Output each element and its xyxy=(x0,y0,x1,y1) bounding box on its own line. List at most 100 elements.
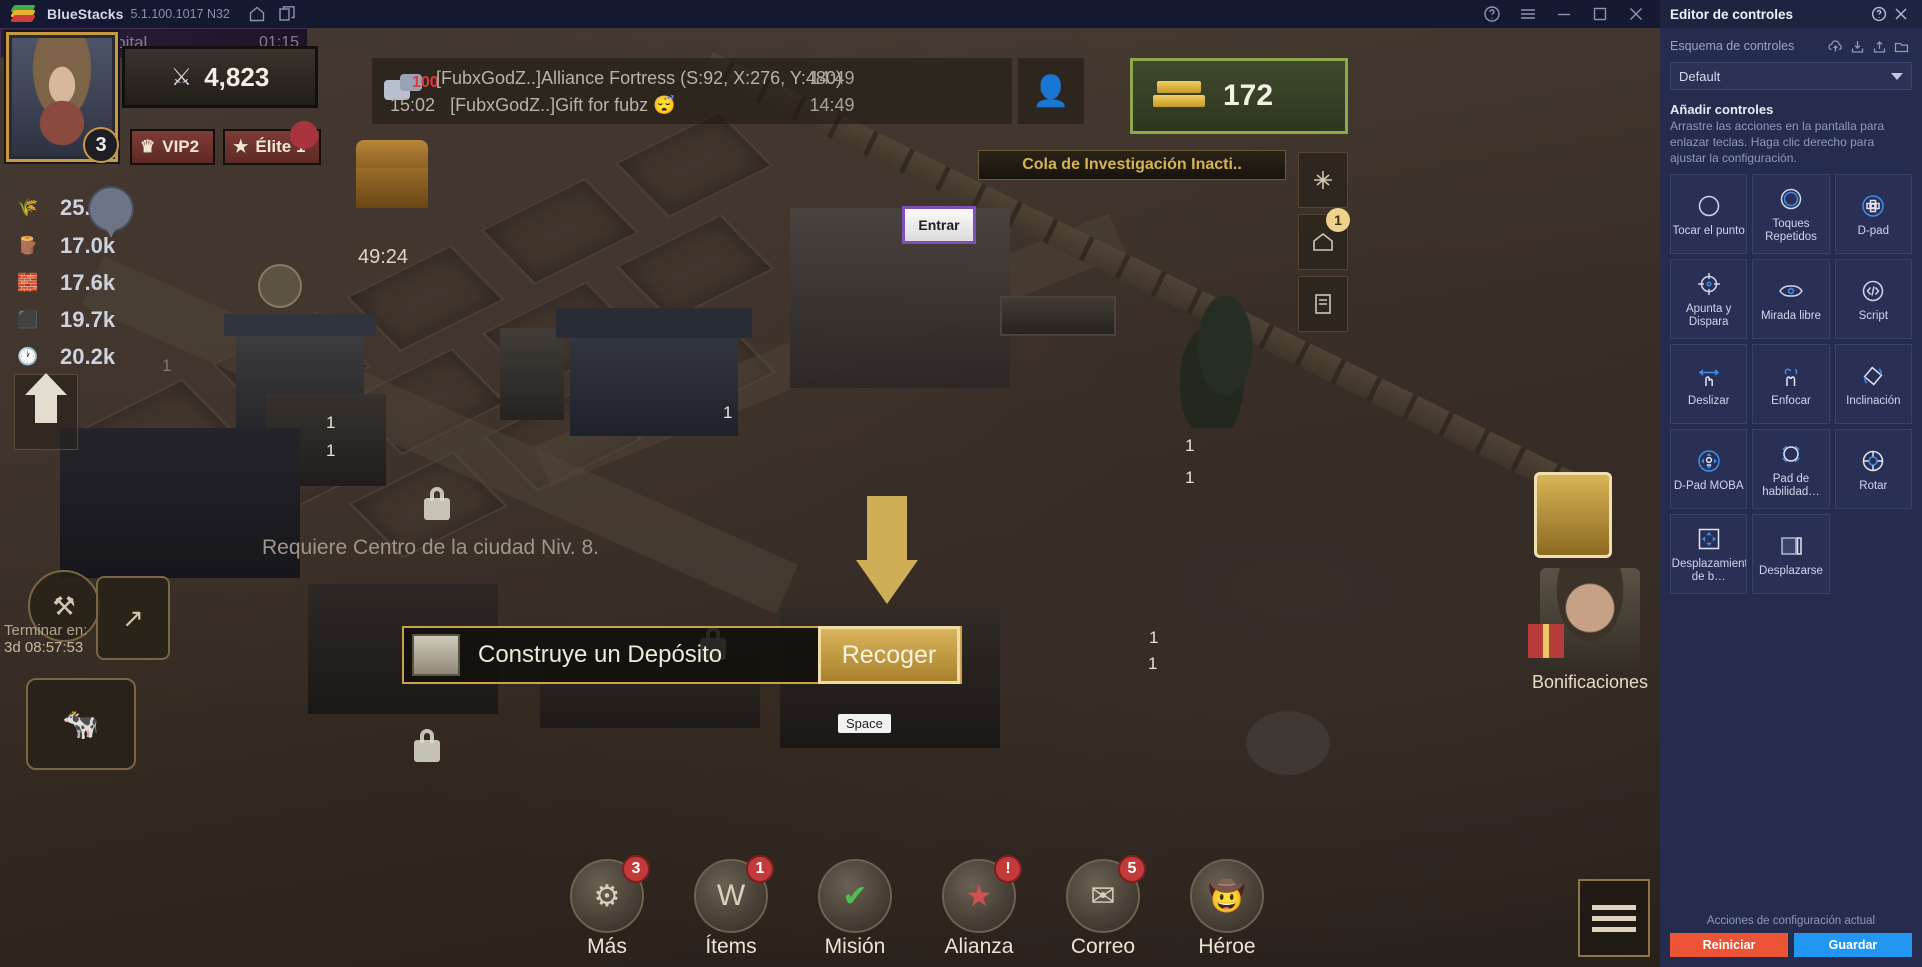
bluestacks-window: BlueStacks 5.1.100.1017 N32 49:24 1 1 1 … xyxy=(0,0,1922,967)
chat-time-2: 14:49 xyxy=(809,95,855,115)
player-power[interactable]: ⚔ 4,823 xyxy=(122,46,318,108)
control-dpad[interactable]: D-pad xyxy=(1834,174,1912,255)
resource-value: 20.2k xyxy=(60,344,116,369)
chat-time-1: 14:49 xyxy=(809,68,855,88)
gold-ingot-icon xyxy=(1153,81,1207,111)
nav-item-correo[interactable]: ✉ Correo 5 xyxy=(1044,855,1162,959)
research-queue-banner[interactable]: Cola de Investigación Inacti.. xyxy=(978,150,1286,180)
world-map-button[interactable] xyxy=(1298,152,1348,208)
bottom-navigation: ⚙ Más 3 W Ítems 1 ✔ Misión ★ Alianza ! ✉… xyxy=(548,849,1286,959)
cloud-sync-icon[interactable] xyxy=(1824,36,1846,56)
add-controls-title: Añadir controles xyxy=(1670,102,1774,117)
building-barn-roof xyxy=(556,308,752,338)
control-aim-and-shoot[interactable]: Apunta y Dispara xyxy=(1670,259,1748,340)
nav-label: Héroe xyxy=(1198,935,1256,958)
save-button[interactable]: Guardar xyxy=(1794,933,1912,957)
nav-badge: ! xyxy=(994,855,1022,883)
control-pan[interactable]: Desplazamiento de b… xyxy=(1670,514,1748,595)
game-viewport[interactable]: 49:24 1 1 1 1 1 1 1 3 ⚔ 4,823 ♛ VIP2 ★ É… xyxy=(0,28,1660,967)
help-circle-icon[interactable] xyxy=(1868,3,1890,25)
control-label: Script xyxy=(1858,309,1889,322)
multi-instance-icon[interactable] xyxy=(272,0,302,28)
building-barn[interactable] xyxy=(570,324,738,436)
nav-item-mas[interactable]: ⚙ Más 3 xyxy=(548,855,666,959)
swipe-icon xyxy=(1695,361,1723,391)
control-free-look[interactable]: Mirada libre xyxy=(1752,259,1830,340)
power-value: 4,823 xyxy=(204,61,270,92)
hamburger-menu-icon[interactable] xyxy=(1510,0,1546,28)
footer-label: Acciones de configuración actual xyxy=(1706,915,1876,927)
control-script[interactable]: Script xyxy=(1834,259,1912,340)
control-scrollbar[interactable]: Desplazarse xyxy=(1752,514,1830,595)
share-marker-icon[interactable]: ↗ xyxy=(96,576,170,660)
stone-icon: 🧱 xyxy=(17,273,39,292)
control-label: Desplazamiento de b… xyxy=(1671,558,1746,584)
controls-editor-panel: Editor de controles Esquema de controles xyxy=(1660,0,1922,967)
pan-icon xyxy=(1695,524,1723,554)
home-icon[interactable] xyxy=(242,0,272,28)
reward-chest[interactable] xyxy=(352,140,432,216)
player-avatar[interactable]: 3 xyxy=(6,32,119,163)
control-rotate[interactable]: Rotar xyxy=(1834,429,1912,510)
building-windmill-base[interactable] xyxy=(500,328,564,420)
inventory-button[interactable] xyxy=(1298,276,1348,332)
nav-label: Correo xyxy=(1070,935,1136,958)
nav-item-heroe[interactable]: 🤠 Héroe xyxy=(1168,859,1286,959)
lock-icon xyxy=(414,729,440,762)
chat-message-2: 15:02 [FubxGodZ..]Gift for fubz 😴 xyxy=(390,95,676,116)
chat-panel[interactable]: 100 [FubxGodZ..]Alliance Fortress (S:92,… xyxy=(372,58,1012,124)
alliance-members-icon[interactable]: 👤 xyxy=(1018,58,1084,124)
nav-item-items[interactable]: W Ítems 1 xyxy=(672,855,790,959)
enter-button[interactable]: Entrar xyxy=(902,206,976,244)
maximize-icon[interactable] xyxy=(1582,0,1618,28)
import-icon[interactable] xyxy=(1846,36,1868,56)
nav-badge: 5 xyxy=(1118,855,1146,883)
minimize-icon[interactable] xyxy=(1546,0,1582,28)
export-icon[interactable] xyxy=(1868,36,1890,56)
gold-counter[interactable]: 172 xyxy=(1130,58,1348,134)
hat-map-marker-icon[interactable] xyxy=(88,186,134,238)
resource-value: 19.7k xyxy=(60,307,116,332)
building-town-hall[interactable] xyxy=(790,208,1010,388)
nav-label: Alianza xyxy=(944,935,1014,958)
control-skill-pad[interactable]: Pad de habilidad… xyxy=(1752,429,1830,510)
cow-icon[interactable]: 🐄 xyxy=(26,678,136,770)
close-icon[interactable] xyxy=(1890,3,1912,25)
card-marker[interactable] xyxy=(258,264,302,318)
nav-item-mision[interactable]: ✔ Misión xyxy=(796,859,914,959)
control-dpad-moba[interactable]: D-Pad MOBA xyxy=(1670,429,1748,510)
control-repeated-tap[interactable]: Toques Repetidos xyxy=(1752,174,1830,255)
plot-number: 1 xyxy=(1148,654,1158,673)
gift-box-icon[interactable] xyxy=(1528,624,1564,658)
tutorial-arrow-icon xyxy=(856,496,918,604)
list-icon[interactable] xyxy=(1578,879,1650,957)
rock-cluster xyxy=(1240,688,1360,798)
help-icon[interactable] xyxy=(1474,0,1510,28)
reset-button[interactable]: Reiniciar xyxy=(1670,933,1788,957)
nav-label: Misión xyxy=(824,935,886,958)
nav-item-alianza[interactable]: ★ Alianza ! xyxy=(920,855,1038,959)
research-queue-label: Cola de Investigación Inacti.. xyxy=(1022,156,1242,173)
control-label: Pad de habilidad… xyxy=(1762,473,1820,499)
control-label: Desplazarse xyxy=(1759,564,1823,577)
plot-number: 1 xyxy=(723,403,733,422)
control-swipe[interactable]: Deslizar xyxy=(1670,344,1748,425)
move-up-marker[interactable] xyxy=(14,373,78,450)
folder-icon[interactable] xyxy=(1890,36,1912,56)
collect-button[interactable]: Recoger xyxy=(818,626,960,684)
control-focus[interactable]: Enfocar xyxy=(1752,344,1830,425)
panel-footer: Acciones de configuración actual Reinici… xyxy=(1660,909,1922,967)
nav-badge: 1 xyxy=(746,855,774,883)
control-tap-spot[interactable]: Tocar el punto xyxy=(1670,174,1748,255)
plot-number: 1 xyxy=(326,413,336,432)
vip-badge[interactable]: ♛ VIP2 xyxy=(130,129,216,165)
bonificaciones-label: Bonificaciones xyxy=(1531,672,1649,692)
control-tilt[interactable]: Inclinación xyxy=(1834,344,1912,425)
scheme-select[interactable]: Default xyxy=(1670,62,1912,90)
control-label: Enfocar xyxy=(1771,394,1811,407)
nav-label: Más xyxy=(587,935,627,958)
close-icon[interactable] xyxy=(1618,0,1654,28)
building-shooting-club[interactable] xyxy=(1000,296,1116,336)
achievement-medal-icon[interactable] xyxy=(1534,472,1612,558)
quest-thumbnail xyxy=(412,634,460,676)
